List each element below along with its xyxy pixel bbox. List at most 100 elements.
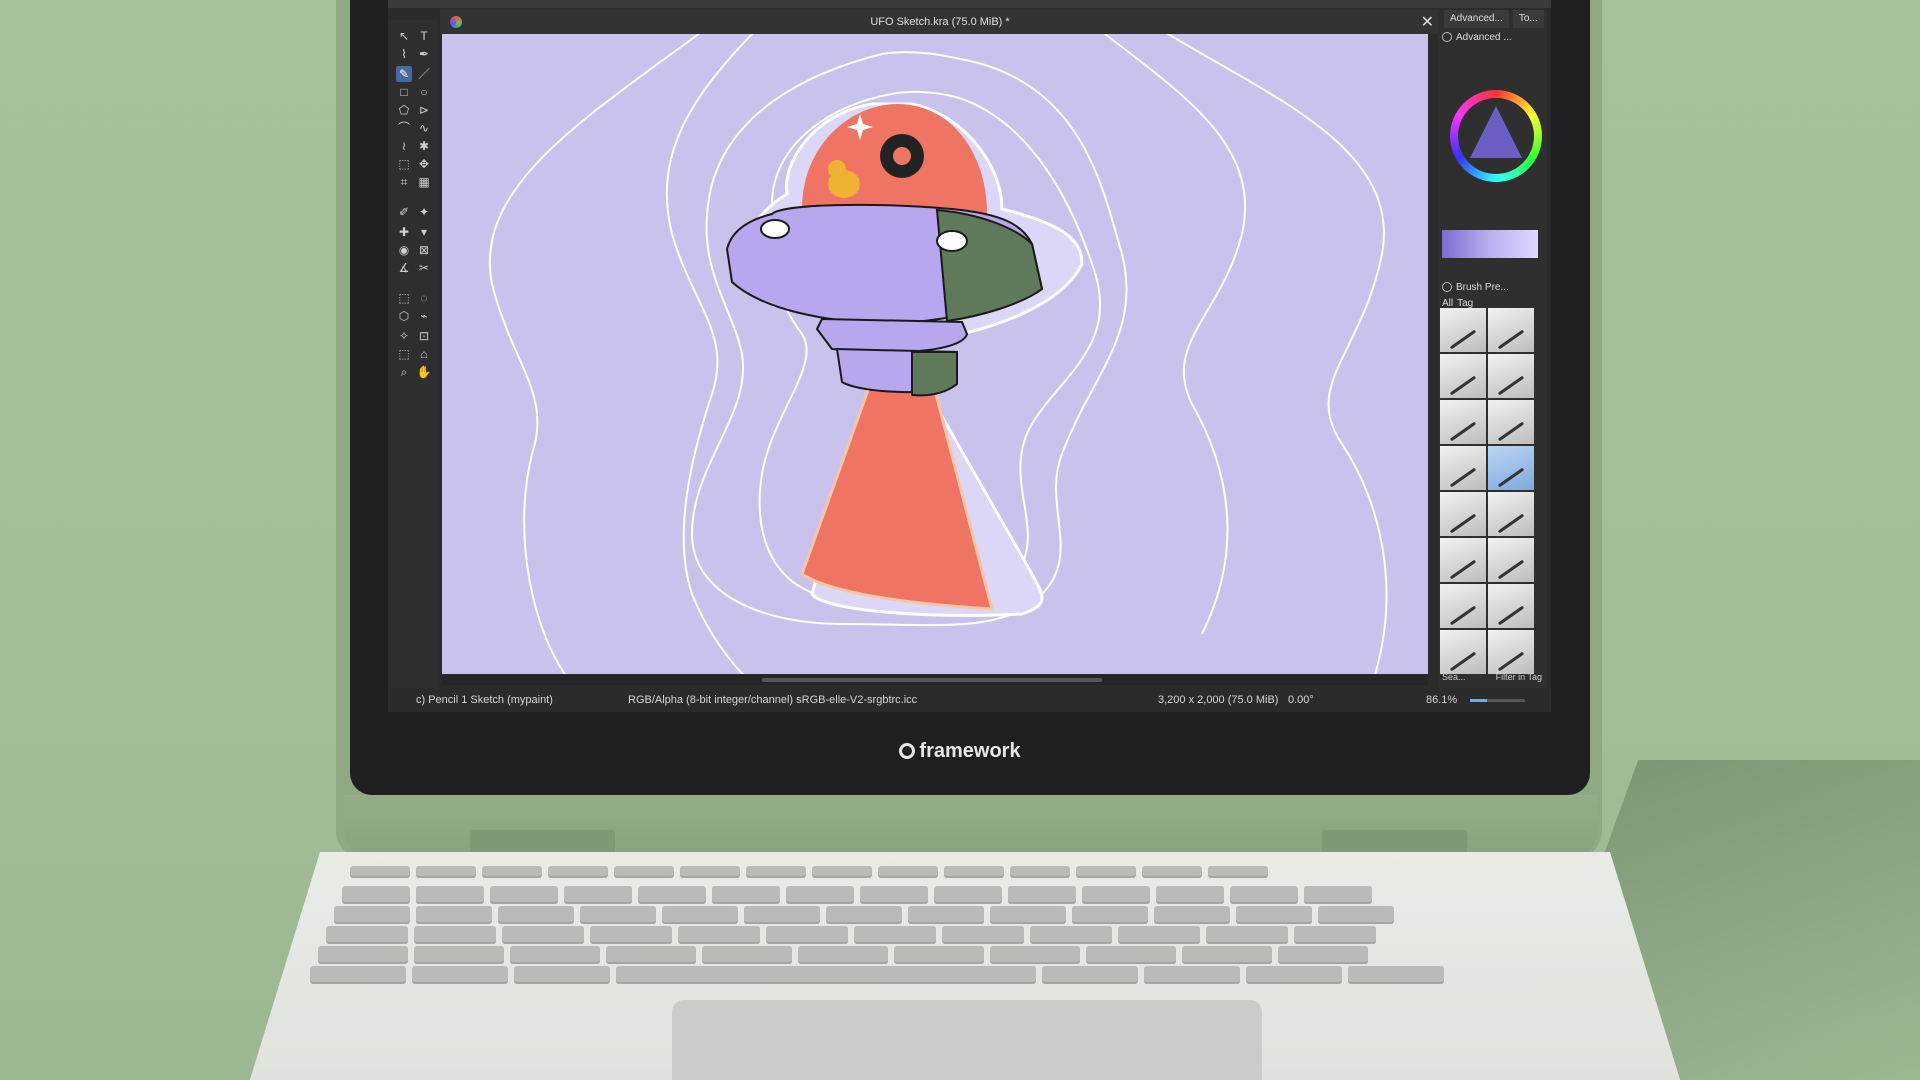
- key[interactable]: [990, 946, 1080, 962]
- key[interactable]: [944, 866, 1004, 876]
- smart-patch-icon[interactable]: ✚: [396, 224, 412, 240]
- key[interactable]: [908, 906, 984, 922]
- brush-search-input[interactable]: Sea...: [1442, 672, 1466, 682]
- key[interactable]: [894, 946, 984, 962]
- ellipse-select-icon[interactable]: ◌: [416, 290, 432, 306]
- zoom-slider[interactable]: [1470, 699, 1525, 702]
- key[interactable]: [1030, 926, 1112, 942]
- key[interactable]: [334, 906, 410, 922]
- reference-icon[interactable]: ✂: [416, 260, 432, 276]
- brush-preset[interactable]: [1488, 400, 1534, 444]
- key[interactable]: [1208, 866, 1268, 876]
- bezier-select-icon[interactable]: ⬚: [396, 346, 412, 362]
- ellipse-icon[interactable]: ○: [416, 84, 432, 100]
- key[interactable]: [564, 886, 632, 902]
- polygon-icon[interactable]: ⬠: [396, 102, 412, 118]
- multibrush-icon[interactable]: ✱: [416, 138, 432, 154]
- key[interactable]: [590, 926, 672, 942]
- trackpad[interactable]: [672, 1000, 1262, 1080]
- key[interactable]: [934, 886, 1002, 902]
- freehand-brush-icon[interactable]: ✎: [396, 66, 412, 82]
- tab-tool-options[interactable]: To...: [1512, 10, 1544, 28]
- brush-filter-select[interactable]: All: [1442, 298, 1453, 309]
- key[interactable]: [1182, 946, 1272, 962]
- key[interactable]: [702, 946, 792, 962]
- crop-icon[interactable]: ⌗: [396, 174, 412, 190]
- tab-advanced-color[interactable]: Advanced...: [1444, 10, 1509, 28]
- pan-icon[interactable]: ✋: [416, 364, 432, 380]
- freehand-path-icon[interactable]: ∿: [416, 120, 432, 136]
- key[interactable]: [548, 866, 608, 876]
- key[interactable]: [746, 866, 806, 876]
- key[interactable]: [1076, 866, 1136, 876]
- key[interactable]: [414, 946, 504, 962]
- key[interactable]: [1010, 866, 1070, 876]
- key[interactable]: [1008, 886, 1076, 902]
- key[interactable]: [342, 886, 410, 902]
- key[interactable]: [416, 886, 484, 902]
- key[interactable]: [490, 886, 558, 902]
- key[interactable]: [942, 926, 1024, 942]
- key[interactable]: [1142, 866, 1202, 876]
- key[interactable]: [482, 866, 542, 876]
- key[interactable]: [662, 906, 738, 922]
- key[interactable]: [498, 906, 574, 922]
- key[interactable]: [766, 926, 848, 942]
- key[interactable]: [1072, 906, 1148, 922]
- polyline-icon[interactable]: ⊳: [416, 102, 432, 118]
- key[interactable]: [1042, 966, 1138, 982]
- document-tab[interactable]: UFO Sketch.kra (75.0 MiB) * ✕: [440, 10, 1440, 34]
- brush-preset[interactable]: [1488, 446, 1534, 490]
- key[interactable]: [878, 866, 938, 876]
- key[interactable]: [416, 866, 476, 876]
- current-brush[interactable]: c) Pencil 1 Sketch (mypaint): [416, 694, 553, 706]
- brush-preset[interactable]: [1440, 492, 1486, 536]
- edit-shapes-icon[interactable]: ⌇: [396, 46, 412, 62]
- key[interactable]: [1294, 926, 1376, 942]
- freehand-select-icon[interactable]: ⌁: [416, 308, 432, 324]
- enclose-fill-icon[interactable]: ◉: [396, 242, 412, 258]
- calligraphy-icon[interactable]: ✒: [416, 46, 432, 62]
- key[interactable]: [854, 926, 936, 942]
- brush-preset[interactable]: [1440, 538, 1486, 582]
- assistant-icon[interactable]: ⊠: [416, 242, 432, 258]
- select-icon[interactable]: ↖: [396, 28, 412, 44]
- measure-icon[interactable]: ∡: [396, 260, 412, 276]
- key[interactable]: [638, 886, 706, 902]
- key[interactable]: [1230, 886, 1298, 902]
- brush-preset[interactable]: [1488, 354, 1534, 398]
- rect-select-icon[interactable]: ⬚: [396, 290, 412, 306]
- key[interactable]: [680, 866, 740, 876]
- key[interactable]: [1144, 966, 1240, 982]
- dynamic-brush-icon[interactable]: ≀: [396, 138, 412, 154]
- brush-preset[interactable]: [1488, 492, 1534, 536]
- key[interactable]: [614, 866, 674, 876]
- key[interactable]: [310, 966, 406, 982]
- brush-preset[interactable]: [1440, 400, 1486, 444]
- filter-in-tag-checkbox[interactable]: Filter in Tag: [1496, 672, 1542, 682]
- key[interactable]: [744, 906, 820, 922]
- rectangle-icon[interactable]: □: [396, 84, 412, 100]
- key[interactable]: [1278, 946, 1368, 962]
- gradient-icon[interactable]: ▦: [416, 174, 432, 190]
- key[interactable]: [514, 966, 610, 982]
- key[interactable]: [1236, 906, 1312, 922]
- contiguous-select-icon[interactable]: ✧: [396, 328, 412, 344]
- color-triangle[interactable]: [1470, 106, 1522, 158]
- key[interactable]: [510, 946, 600, 962]
- key[interactable]: [1082, 886, 1150, 902]
- transform-icon[interactable]: ⬚: [396, 156, 412, 172]
- key[interactable]: [412, 966, 508, 982]
- key[interactable]: [1318, 906, 1394, 922]
- zoom-level[interactable]: 86.1%: [1426, 694, 1457, 706]
- brush-tag-button[interactable]: Tag: [1457, 298, 1473, 309]
- color-history[interactable]: [1442, 230, 1538, 258]
- brush-preset[interactable]: [1488, 308, 1534, 352]
- key[interactable]: [416, 906, 492, 922]
- key[interactable]: [1086, 946, 1176, 962]
- zoom-icon[interactable]: ⌕: [396, 364, 412, 380]
- key[interactable]: [606, 946, 696, 962]
- key[interactable]: [350, 866, 410, 876]
- key[interactable]: [826, 906, 902, 922]
- brush-preset[interactable]: [1488, 538, 1534, 582]
